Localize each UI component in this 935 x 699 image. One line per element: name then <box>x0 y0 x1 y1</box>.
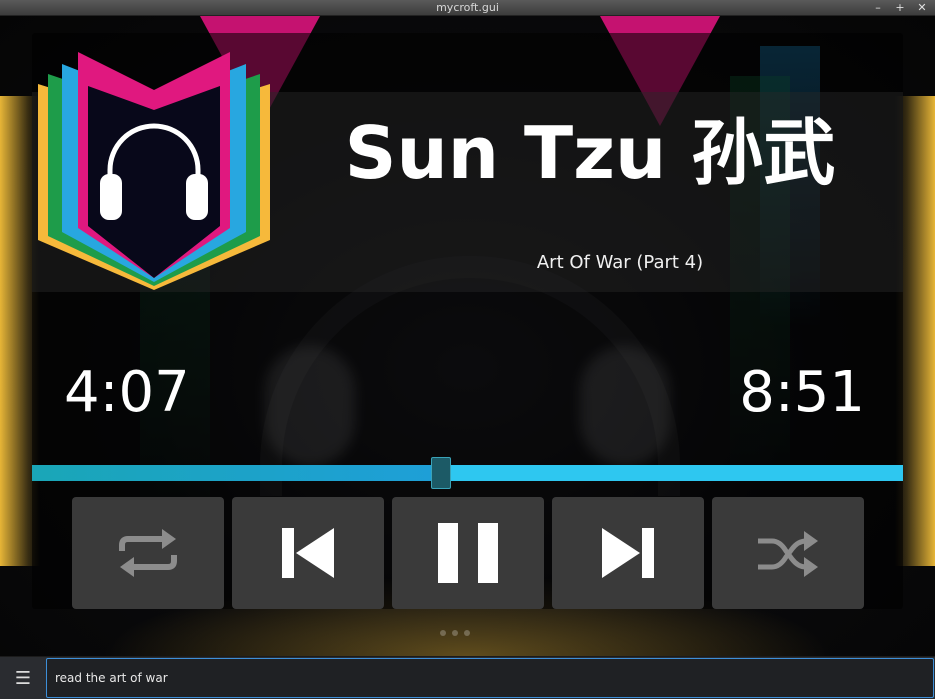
minimize-icon[interactable]: – <box>870 0 886 16</box>
audiobook-logo-icon <box>38 52 270 290</box>
progress-slider[interactable] <box>32 457 903 489</box>
page-dot <box>440 630 446 636</box>
repeat-button[interactable] <box>72 497 224 609</box>
progress-played <box>32 465 442 481</box>
pause-button[interactable] <box>392 497 544 609</box>
playback-controls <box>72 497 864 609</box>
utterance-input[interactable]: read the art of war <box>46 658 934 698</box>
bottom-bar: ☰ read the art of war <box>0 656 935 699</box>
hamburger-menu-icon[interactable]: ☰ <box>0 657 46 699</box>
window-titlebar[interactable]: mycroft.gui – + ✕ <box>0 0 935 16</box>
close-icon[interactable]: ✕ <box>914 0 930 16</box>
total-time: 8:51 <box>739 360 865 425</box>
next-button[interactable] <box>552 497 704 609</box>
page-indicator <box>440 630 470 636</box>
previous-icon <box>282 528 334 578</box>
maximize-icon[interactable]: + <box>892 0 908 16</box>
artist-name: Sun Tzu 孙武 <box>344 111 836 195</box>
progress-handle[interactable] <box>431 457 452 489</box>
pause-icon <box>438 523 498 583</box>
next-icon <box>602 528 654 578</box>
shuffle-icon <box>758 531 818 577</box>
page-dot <box>452 630 458 636</box>
track-title: Art Of War (Part 4) <box>536 252 704 273</box>
shuffle-button[interactable] <box>712 497 864 609</box>
previous-button[interactable] <box>232 497 384 609</box>
page-dot <box>464 630 470 636</box>
current-time: 4:07 <box>64 360 190 425</box>
repeat-icon <box>119 529 177 577</box>
window-title: mycroft.gui <box>436 1 499 14</box>
